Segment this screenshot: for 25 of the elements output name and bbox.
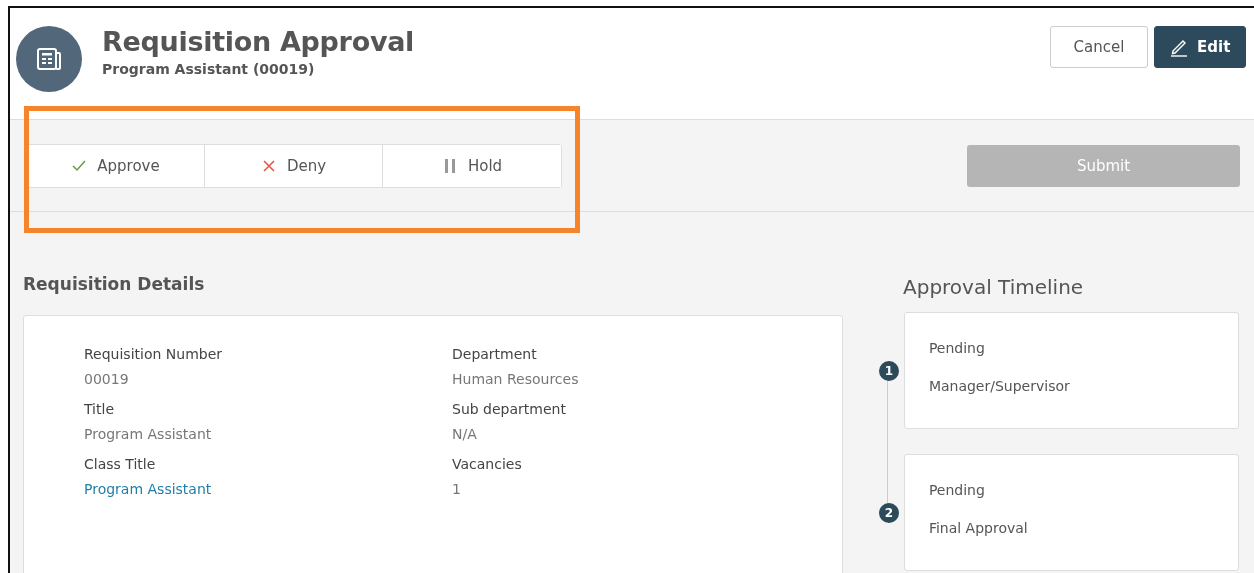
- step-number: 2: [879, 502, 899, 523]
- section-heading: Requisition Details: [23, 274, 206, 294]
- field-label: Class Title: [84, 456, 157, 472]
- field-value: Human Resources: [452, 371, 580, 387]
- field-label: Title: [84, 401, 115, 417]
- page-title: Requisition Approval: [102, 26, 416, 57]
- field-link[interactable]: Program Assistant: [84, 481, 452, 497]
- page-subtitle: Program Assistant (00019): [102, 61, 316, 77]
- field-value: 1: [452, 481, 462, 497]
- field-label: Department: [452, 346, 538, 362]
- field-value: N/A: [452, 426, 478, 442]
- field-label: Vacancies: [452, 456, 523, 472]
- step-number: 1: [879, 360, 899, 381]
- step-status: Pending: [928, 340, 986, 356]
- cancel-button[interactable]: Cancel: [1050, 26, 1148, 68]
- field-label: Requisition Number: [84, 346, 224, 362]
- close-icon: [260, 157, 277, 174]
- field-value: Program Assistant: [84, 426, 213, 442]
- field-label: Sub department: [452, 401, 567, 417]
- step-status: Pending: [928, 482, 986, 498]
- edit-button[interactable]: Edit: [1154, 26, 1246, 68]
- section-heading: Approval Timeline: [903, 275, 1085, 299]
- step-role: Manager/Supervisor: [928, 378, 1071, 394]
- field-value: 00019: [84, 371, 130, 387]
- step-role: Final Approval: [928, 520, 1029, 536]
